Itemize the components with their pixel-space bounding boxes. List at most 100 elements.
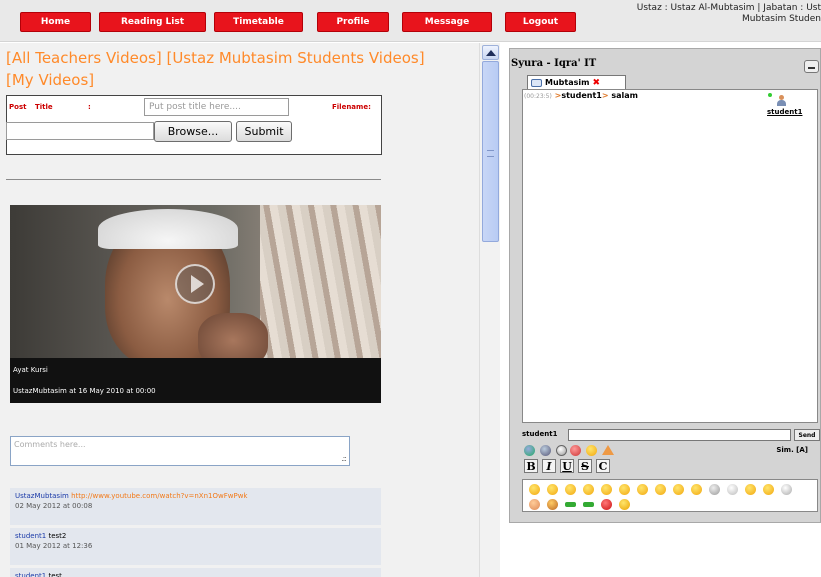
smiley-laugh-icon[interactable]: [745, 484, 756, 495]
strikethrough-button[interactable]: S: [578, 459, 592, 473]
online-status-icon: [768, 93, 772, 97]
chat-input-row: student1 Send: [522, 429, 820, 441]
smiley-panel: [522, 479, 818, 512]
chat-messages: (00:23:5) >student1> salam student1: [522, 89, 818, 423]
smiley-sad-icon[interactable]: [637, 484, 648, 495]
comment-placeholder: Comments here...: [14, 440, 86, 449]
text-size-label[interactable]: Sim. [A]: [776, 446, 808, 454]
italic-button[interactable]: I: [542, 459, 556, 473]
smiley-grin-icon[interactable]: [547, 484, 558, 495]
chat-panel: Syura - Iqra' IT Mubtasim ✖ (00:23:5) >st…: [509, 48, 821, 523]
smiley-skull-icon[interactable]: [727, 484, 738, 495]
comment-text: test: [48, 572, 62, 577]
chat-message-input[interactable]: [568, 429, 791, 441]
message-time: (00:23:5): [524, 93, 552, 100]
warning-icon[interactable]: [601, 499, 612, 510]
user-list-icon[interactable]: [540, 445, 551, 456]
students-videos-link[interactable]: [Ustaz Mubtasim Students Videos]: [166, 49, 424, 67]
smiley-happy-icon[interactable]: [529, 484, 540, 495]
post-label: Post: [9, 103, 27, 111]
smiley-angry-icon[interactable]: [673, 484, 684, 495]
home-button[interactable]: Home: [20, 12, 91, 32]
color-button[interactable]: C: [596, 459, 610, 473]
clock-icon[interactable]: [556, 445, 567, 456]
chat-bubble-icon: [531, 79, 542, 87]
smiley-star-icon[interactable]: [763, 484, 774, 495]
comment-input[interactable]: Comments here... .::: [10, 436, 350, 466]
smiley-blush-icon[interactable]: [691, 484, 702, 495]
arrow-left-icon[interactable]: [583, 502, 594, 507]
message-button[interactable]: Message: [402, 12, 492, 32]
user-info-line2: Mubtasim Studen: [742, 14, 821, 24]
smiley-wink-icon[interactable]: [565, 484, 576, 495]
comment-user[interactable]: student1: [15, 572, 46, 577]
reading-list-button[interactable]: Reading List: [99, 12, 206, 32]
post-title-input[interactable]: Put post title here....: [144, 98, 289, 116]
comment-date: 02 May 2012 at 00:08: [15, 502, 93, 510]
video-title: Ayat Kursi: [13, 366, 48, 374]
smiley-icon[interactable]: [586, 445, 597, 456]
comment-user[interactable]: UstazMubtasim: [15, 492, 69, 500]
comment-link[interactable]: http://www.youtube.com/watch?v=nXn1OwFwP…: [71, 492, 247, 500]
smiley-devil-icon[interactable]: [529, 499, 540, 510]
arrow-right-icon[interactable]: [565, 502, 576, 507]
video-background-curtain: [260, 205, 381, 360]
cloud-icon[interactable]: [781, 484, 792, 495]
color-palette-icon[interactable]: [524, 445, 535, 456]
send-button[interactable]: Send: [794, 429, 820, 441]
user-info: Ustaz : Ustaz Al-Mubtasim | Jabatan : Us…: [579, 3, 821, 25]
top-navigation-bar: Home Reading List Timetable Profile Mess…: [0, 0, 821, 42]
chat-input-label: student1: [522, 430, 558, 438]
divider: [6, 179, 381, 180]
close-tab-icon[interactable]: ✖: [592, 78, 600, 88]
smiley-cry-icon[interactable]: [655, 484, 666, 495]
smiley-ghost-icon[interactable]: [709, 484, 720, 495]
main-content: [All Teachers Videos] [Ustaz Mubtasim St…: [0, 43, 479, 577]
title-colon: :: [88, 103, 91, 111]
file-path-input[interactable]: [6, 122, 154, 140]
alert-icon[interactable]: [602, 445, 614, 455]
video-meta: UstazMubtasim at 16 May 2010 at 00:00: [13, 387, 156, 395]
comment-user[interactable]: student1: [15, 532, 46, 540]
user-icon: [777, 95, 786, 106]
post-form: Post Title : Put post title here.... Fil…: [6, 95, 382, 155]
smiley-cool-icon[interactable]: [619, 484, 630, 495]
message-user[interactable]: student1: [561, 91, 602, 100]
timetable-button[interactable]: Timetable: [214, 12, 303, 32]
scroll-thumb[interactable]: [482, 61, 499, 242]
comment-text: test2: [48, 532, 67, 540]
vertical-scrollbar[interactable]: [479, 43, 500, 577]
submit-button[interactable]: Submit: [236, 121, 292, 142]
sound-icon[interactable]: [570, 445, 581, 456]
chat-title: Syura - Iqra' IT: [511, 58, 597, 69]
smiley-surprised-icon[interactable]: [601, 484, 612, 495]
logout-button[interactable]: Logout: [505, 12, 576, 32]
user-info-line1: Ustaz : Ustaz Al-Mubtasim | Jabatan : Us…: [636, 3, 821, 13]
bold-button[interactable]: B: [524, 459, 538, 473]
smiley-tongue-icon[interactable]: [583, 484, 594, 495]
video-player[interactable]: Ayat Kursi UstazMubtasim at 16 May 2010 …: [10, 205, 381, 403]
bulb-icon[interactable]: [619, 499, 630, 510]
video-person-cap: [98, 209, 238, 249]
comment-item: UstazMubtasim http://www.youtube.com/wat…: [10, 488, 381, 525]
comment-date: 01 May 2012 at 12:36: [15, 542, 93, 550]
title-label: Title: [35, 103, 53, 111]
profile-button[interactable]: Profile: [317, 12, 389, 32]
message-text: salam: [611, 91, 638, 100]
resize-grip-icon[interactable]: .::: [341, 454, 347, 463]
chat-tab-mubtasim[interactable]: Mubtasim ✖: [527, 75, 626, 89]
scroll-up-icon[interactable]: [482, 45, 499, 60]
minimize-icon[interactable]: [804, 60, 819, 73]
filename-label: Filename:: [332, 103, 371, 111]
comment-item: student1 test2 01 May 2012 at 12:36: [10, 528, 381, 565]
play-icon[interactable]: [175, 264, 215, 304]
chat-toolbar: Sim. [A]: [522, 445, 818, 459]
chat-tab-label: Mubtasim: [545, 78, 590, 87]
video-info-bar: Ayat Kursi UstazMubtasim at 16 May 2010 …: [10, 358, 381, 403]
torch-icon[interactable]: [547, 499, 558, 510]
online-user-name[interactable]: student1: [767, 108, 802, 116]
underline-button[interactable]: U: [560, 459, 574, 473]
browse-button[interactable]: Browse...: [154, 121, 232, 142]
my-videos-link[interactable]: [My Videos]: [6, 71, 94, 89]
all-teachers-videos-link[interactable]: [All Teachers Videos]: [6, 49, 162, 67]
